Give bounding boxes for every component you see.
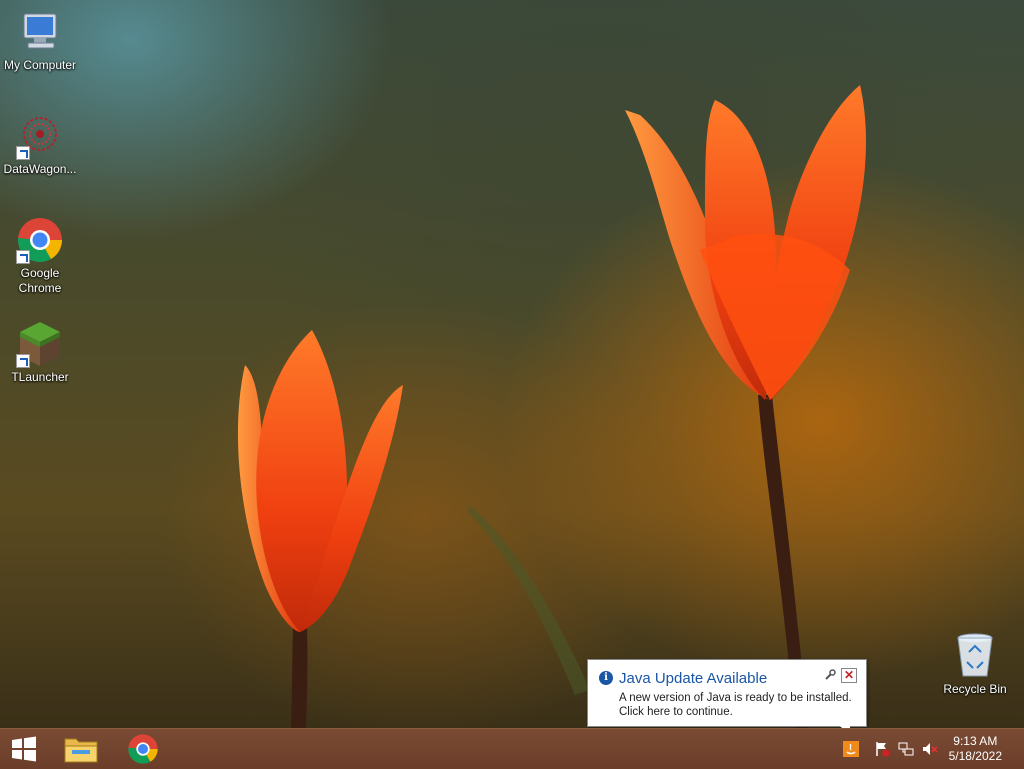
clock-date: 5/18/2022 xyxy=(948,749,1002,763)
shortcut-arrow-icon xyxy=(16,250,30,264)
java-update-notification[interactable]: i Java Update Available ✕ A new version … xyxy=(587,659,867,736)
folder-icon xyxy=(64,738,98,763)
system-clock[interactable]: 9:13 AM 5/18/2022 xyxy=(949,734,1002,764)
file-explorer-button[interactable] xyxy=(56,729,106,769)
clock-time: 9:13 AM xyxy=(953,734,998,748)
desktop-icon-label: Google Chrome xyxy=(18,266,62,295)
notification-line-1: A new version of Java is ready to be ins… xyxy=(619,692,852,704)
shortcut-arrow-icon xyxy=(16,354,30,368)
chrome-taskbar-button[interactable] xyxy=(118,729,168,769)
notification-line-2: Click here to continue. xyxy=(619,706,733,718)
notification-message: A new version of Java is ready to be ins… xyxy=(619,691,852,719)
info-icon: i xyxy=(599,671,613,685)
action-center-flag-icon[interactable] xyxy=(874,741,890,757)
chrome-icon xyxy=(16,216,64,264)
network-icon[interactable] xyxy=(898,741,914,757)
desktop-icon-label: Recycle Bin xyxy=(943,682,1007,696)
desktop-icon-label: TLauncher xyxy=(11,370,69,384)
desktop-icon-google-chrome[interactable]: Google Chrome xyxy=(0,216,80,296)
java-update-icon[interactable] xyxy=(843,741,859,757)
notification-title: Java Update Available xyxy=(619,670,768,687)
windows-logo-icon xyxy=(12,736,36,762)
desktop-icon-label: My Computer xyxy=(3,58,77,72)
desktop-wallpaper xyxy=(0,0,1024,728)
desktop-icon-label: DataWagon... xyxy=(3,162,77,176)
desktop-icon-recycle-bin[interactable]: Recycle Bin xyxy=(935,632,1015,697)
recycle-bin-icon xyxy=(951,632,999,680)
taskbar: 9:13 AM 5/18/2022 xyxy=(0,728,1024,769)
chrome-icon xyxy=(128,734,158,764)
tulip-image xyxy=(237,85,866,728)
desktop-icon-my-computer[interactable]: My Computer xyxy=(0,8,80,73)
notification-close-button[interactable]: ✕ xyxy=(841,668,857,683)
desktop-icon-tlauncher[interactable]: TLauncher xyxy=(0,320,80,385)
start-button[interactable] xyxy=(0,729,48,769)
computer-icon xyxy=(16,8,64,56)
wrench-icon[interactable] xyxy=(824,669,836,681)
volume-muted-icon[interactable] xyxy=(922,741,938,757)
shortcut-arrow-icon xyxy=(16,146,30,160)
desktop-icon-datawagon[interactable]: DataWagon... xyxy=(0,112,80,177)
minecraft-block-icon xyxy=(16,320,64,368)
datawagon-icon xyxy=(16,112,64,160)
